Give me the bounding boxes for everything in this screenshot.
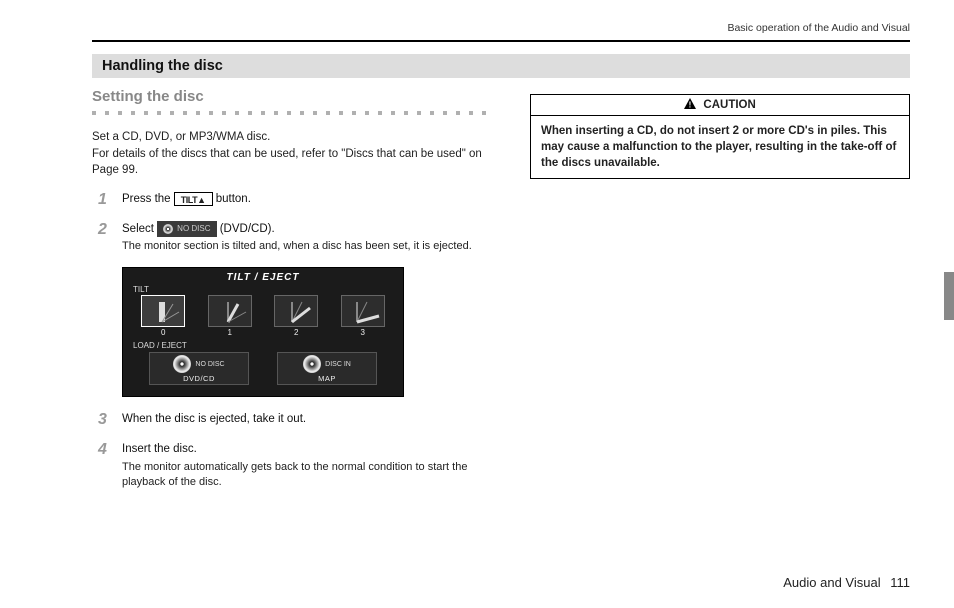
intro-line2: For details of the discs that can be use… <box>92 148 482 177</box>
screenshot-title: TILT / EJECT <box>133 272 393 283</box>
step-4-note: The monitor automatically gets back to t… <box>122 460 492 492</box>
slot-status: NO DISC <box>195 361 224 368</box>
step-1: 1 Press the TILT▲ button. <box>98 191 492 209</box>
tilt-value: 0 <box>141 328 185 337</box>
caution-header-text: CAUTION <box>703 99 755 111</box>
step-2-post: (DVD/CD). <box>220 223 275 235</box>
warning-icon: ! <box>684 98 696 112</box>
step-number: 3 <box>98 411 122 429</box>
slot-caption: MAP <box>318 374 336 383</box>
tilt-option-1[interactable]: 1 <box>208 295 252 337</box>
running-header: Basic operation of the Audio and Visual <box>92 22 910 34</box>
top-rule <box>92 40 910 42</box>
page-root: Basic operation of the Audio and Visual … <box>0 0 954 608</box>
step-4: 4 Insert the disc. The monitor automatic… <box>98 441 492 492</box>
tilt-value: 2 <box>274 328 318 337</box>
page-edge-tab <box>944 272 954 320</box>
tilt-option-2[interactable]: 2 <box>274 295 318 337</box>
subsection-title: Setting the disc <box>92 88 492 105</box>
slot-status: DISC IN <box>325 361 351 368</box>
content-columns: Setting the disc Set a CD, DVD, or MP3/W… <box>92 88 910 503</box>
disc-icon <box>173 355 191 373</box>
section-title: Handling the disc <box>92 54 910 78</box>
slot-map[interactable]: DISC IN MAP <box>277 352 377 385</box>
tilt-button-icon: TILT▲ <box>174 192 213 206</box>
disc-icon <box>163 224 173 234</box>
tilt-label: TILT <box>133 285 393 294</box>
tilt-option-0[interactable]: 0 <box>141 295 185 337</box>
intro-line1: Set a CD, DVD, or MP3/WMA disc. <box>92 131 270 143</box>
load-eject-label: LOAD / EJECT <box>133 341 393 350</box>
tilt-value: 1 <box>208 328 252 337</box>
footer-page-number: 111 <box>890 575 910 590</box>
step-2-note: The monitor section is tilted and, when … <box>122 239 492 255</box>
step-list: 1 Press the TILT▲ button. 2 Select NO DI… <box>98 191 492 255</box>
intro-text: Set a CD, DVD, or MP3/WMA disc. For deta… <box>92 129 492 179</box>
tilt-row: 0 1 2 3 <box>133 295 393 337</box>
slot-caption: DVD/CD <box>183 374 215 383</box>
tilt-eject-screenshot: TILT / EJECT TILT 0 1 2 <box>122 267 404 397</box>
step-list-cont: 3 When the disc is ejected, take it out.… <box>98 411 492 491</box>
step-3-main: When the disc is ejected, take it out. <box>122 413 306 425</box>
footer-section: Audio and Visual <box>783 575 880 590</box>
disc-icon <box>303 355 321 373</box>
step-3: 3 When the disc is ejected, take it out. <box>98 411 492 429</box>
step-2: 2 Select NO DISC (DVD/CD). The monitor s… <box>98 221 492 256</box>
step-1-pre: Press the <box>122 193 174 205</box>
tilt-value: 3 <box>341 328 385 337</box>
caution-header: ! CAUTION <box>531 95 909 116</box>
dotted-divider <box>92 105 492 119</box>
step-4-main: Insert the disc. <box>122 443 197 455</box>
eject-row: NO DISC DVD/CD DISC IN MAP <box>133 352 393 385</box>
left-column: Setting the disc Set a CD, DVD, or MP3/W… <box>92 88 492 503</box>
page-footer: Audio and Visual 111 <box>783 575 910 590</box>
slot-dvdcd[interactable]: NO DISC DVD/CD <box>149 352 249 385</box>
tilt-option-3[interactable]: 3 <box>341 295 385 337</box>
step-number: 1 <box>98 191 122 209</box>
right-column: ! CAUTION When inserting a CD, do not in… <box>530 88 910 503</box>
step-number: 4 <box>98 441 122 492</box>
caution-body: When inserting a CD, do not insert 2 or … <box>531 116 909 178</box>
step-2-pre: Select <box>122 223 157 235</box>
dvdcd-button-icon: NO DISC <box>157 221 216 237</box>
step-1-post: button. <box>216 193 251 205</box>
svg-text:!: ! <box>689 101 692 110</box>
step-number: 2 <box>98 221 122 256</box>
dvdcd-button-label: NO DISC <box>177 223 210 235</box>
caution-box: ! CAUTION When inserting a CD, do not in… <box>530 94 910 179</box>
